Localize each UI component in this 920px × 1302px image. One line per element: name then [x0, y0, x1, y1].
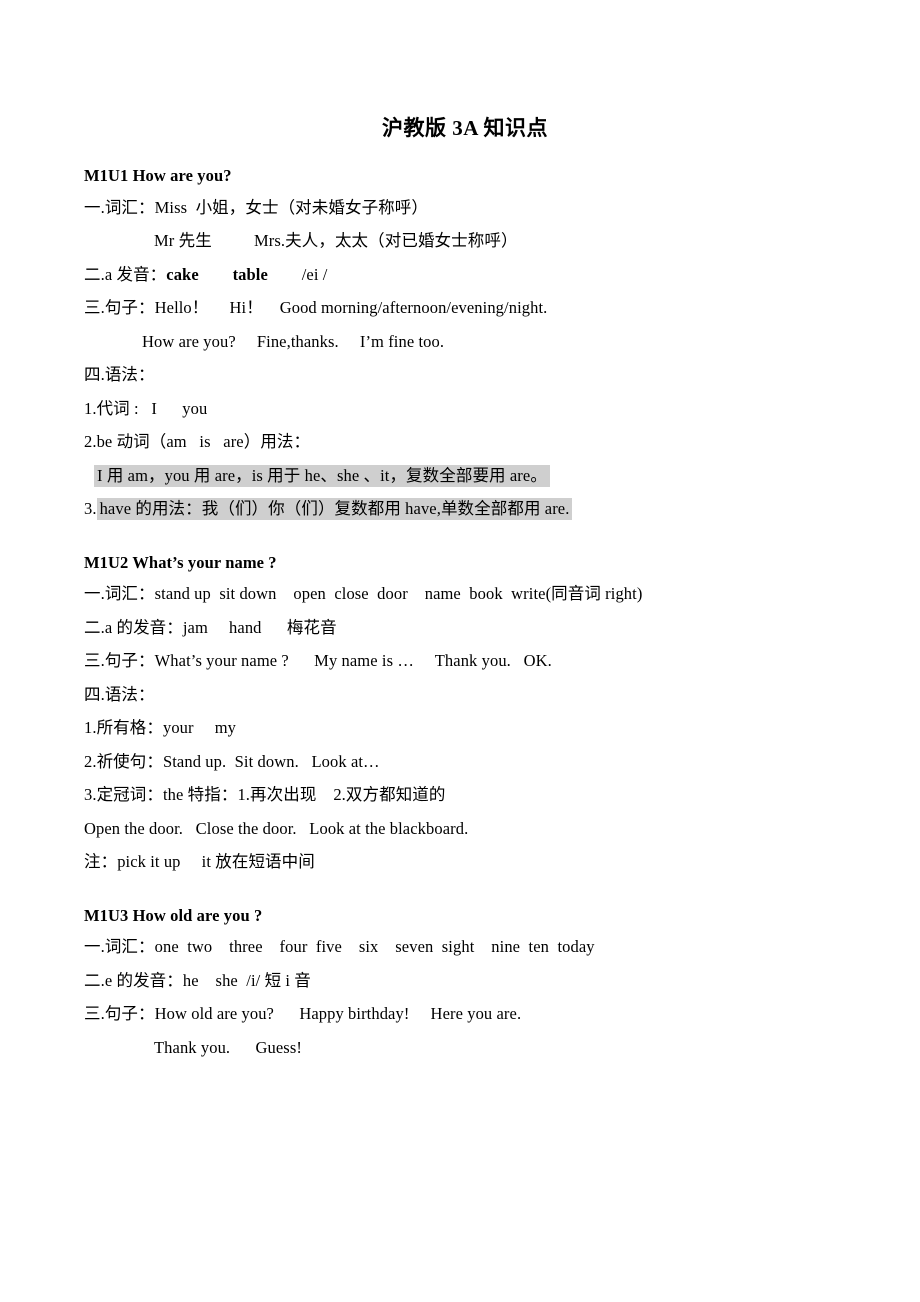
unit-heading-m1u2: M1U2 What’s your name ? [84, 552, 277, 572]
section-m1u3: M1U3 How old are you ? 一.词汇：one two thre… [84, 905, 836, 1057]
vocabulary-line: 一.词汇：stand up sit down open close door n… [84, 584, 643, 603]
vocabulary-line: 一.词汇：one two three four five six seven s… [84, 937, 595, 956]
page-title: 沪教版 3A 知识点 [381, 116, 548, 140]
grammar-item-definite-article: 3.定冠词：the 特指：1.再次出现 2.双方都知道的 [84, 785, 446, 804]
sentences-line-continued: Thank you. Guess! [154, 1037, 302, 1057]
document-page: 沪教版 3A 知识点 M1U1 How are you? 一.词汇：Miss 小… [0, 0, 920, 1302]
pronunciation-symbol: /ei / [267, 264, 328, 284]
section-divider [84, 518, 836, 555]
section-m1u1: M1U1 How are you? 一.词汇：Miss 小姐，女士（对未婚女子称… [84, 166, 836, 520]
pronunciation-word-table: table [232, 264, 268, 284]
grammar-note: 注：pick it up it 放在短语中间 [84, 852, 315, 871]
grammar-label: 四.语法： [84, 684, 155, 704]
grammar-label: 四.语法： [84, 365, 155, 384]
pronunciation-line: 二.e 的发音：he she /i/ 短 i 音 [84, 970, 311, 990]
grammar-item-pronouns: 1.代词 : I you [84, 398, 208, 418]
grammar-item-be-verb: 2.be 动词（am is are）用法： [84, 432, 311, 451]
unit-heading-m1u3: M1U3 How old are you ? [84, 905, 263, 925]
pronunciation-spacer [199, 265, 233, 284]
vocabulary-line-continued: Mr 先生 Mrs.夫人，太太（对已婚女士称呼） [154, 231, 518, 250]
example-sentences: Open the door. Close the door. Look at t… [84, 818, 469, 838]
grammar-item-possessive: 1.所有格：your my [84, 718, 237, 737]
pronunciation-label: 二.a 发音： [84, 264, 167, 284]
pronunciation-word-cake: cake [166, 264, 199, 284]
grammar-item-imperative: 2.祈使句：Stand up. Sit down. Look at… [84, 751, 380, 771]
grammar-item-number: 3. [84, 499, 97, 518]
vocabulary-line: 一.词汇：Miss 小姐，女士（对未婚女子称呼） [84, 197, 428, 217]
section-divider [84, 871, 836, 908]
pronunciation-line: 二.a 发音：cake table /ei / [84, 264, 836, 284]
unit-heading-m1u1: M1U1 How are you? [84, 166, 232, 185]
highlighted-text-be-verb: I 用 am，you 用 are，is 用于 he、she 、it，复数全部要用… [94, 464, 550, 487]
sentences-line: 三.句子：How old are you? Happy birthday! He… [84, 1004, 522, 1023]
highlighted-text-have: have 的用法：我（们）你（们）复数都用 have,单数全部都用 are. [96, 498, 573, 520]
grammar-item-have: 3. have 的用法：我（们）你（们）复数都用 have,单数全部都用 are. [84, 498, 836, 520]
grammar-note-be-verb: I 用 am，you 用 are，is 用于 he、she 、it，复数全部要用… [84, 464, 836, 487]
section-m1u2: M1U2 What’s your name ? 一.词汇：stand up si… [84, 552, 836, 871]
sentences-line: 三.句子：Hello！ Hi！ Good morning/afternoon/e… [84, 298, 548, 317]
sentences-line-continued: How are you? Fine,thanks. I’m fine too. [142, 331, 445, 351]
sentences-line: 三.句子：What’s your name ? My name is … Tha… [84, 651, 552, 670]
pronunciation-line: 二.a 的发音：jam hand 梅花音 [84, 617, 337, 637]
document-body: 沪教版 3A 知识点 M1U1 How are you? 一.词汇：Miss 小… [84, 112, 836, 1056]
